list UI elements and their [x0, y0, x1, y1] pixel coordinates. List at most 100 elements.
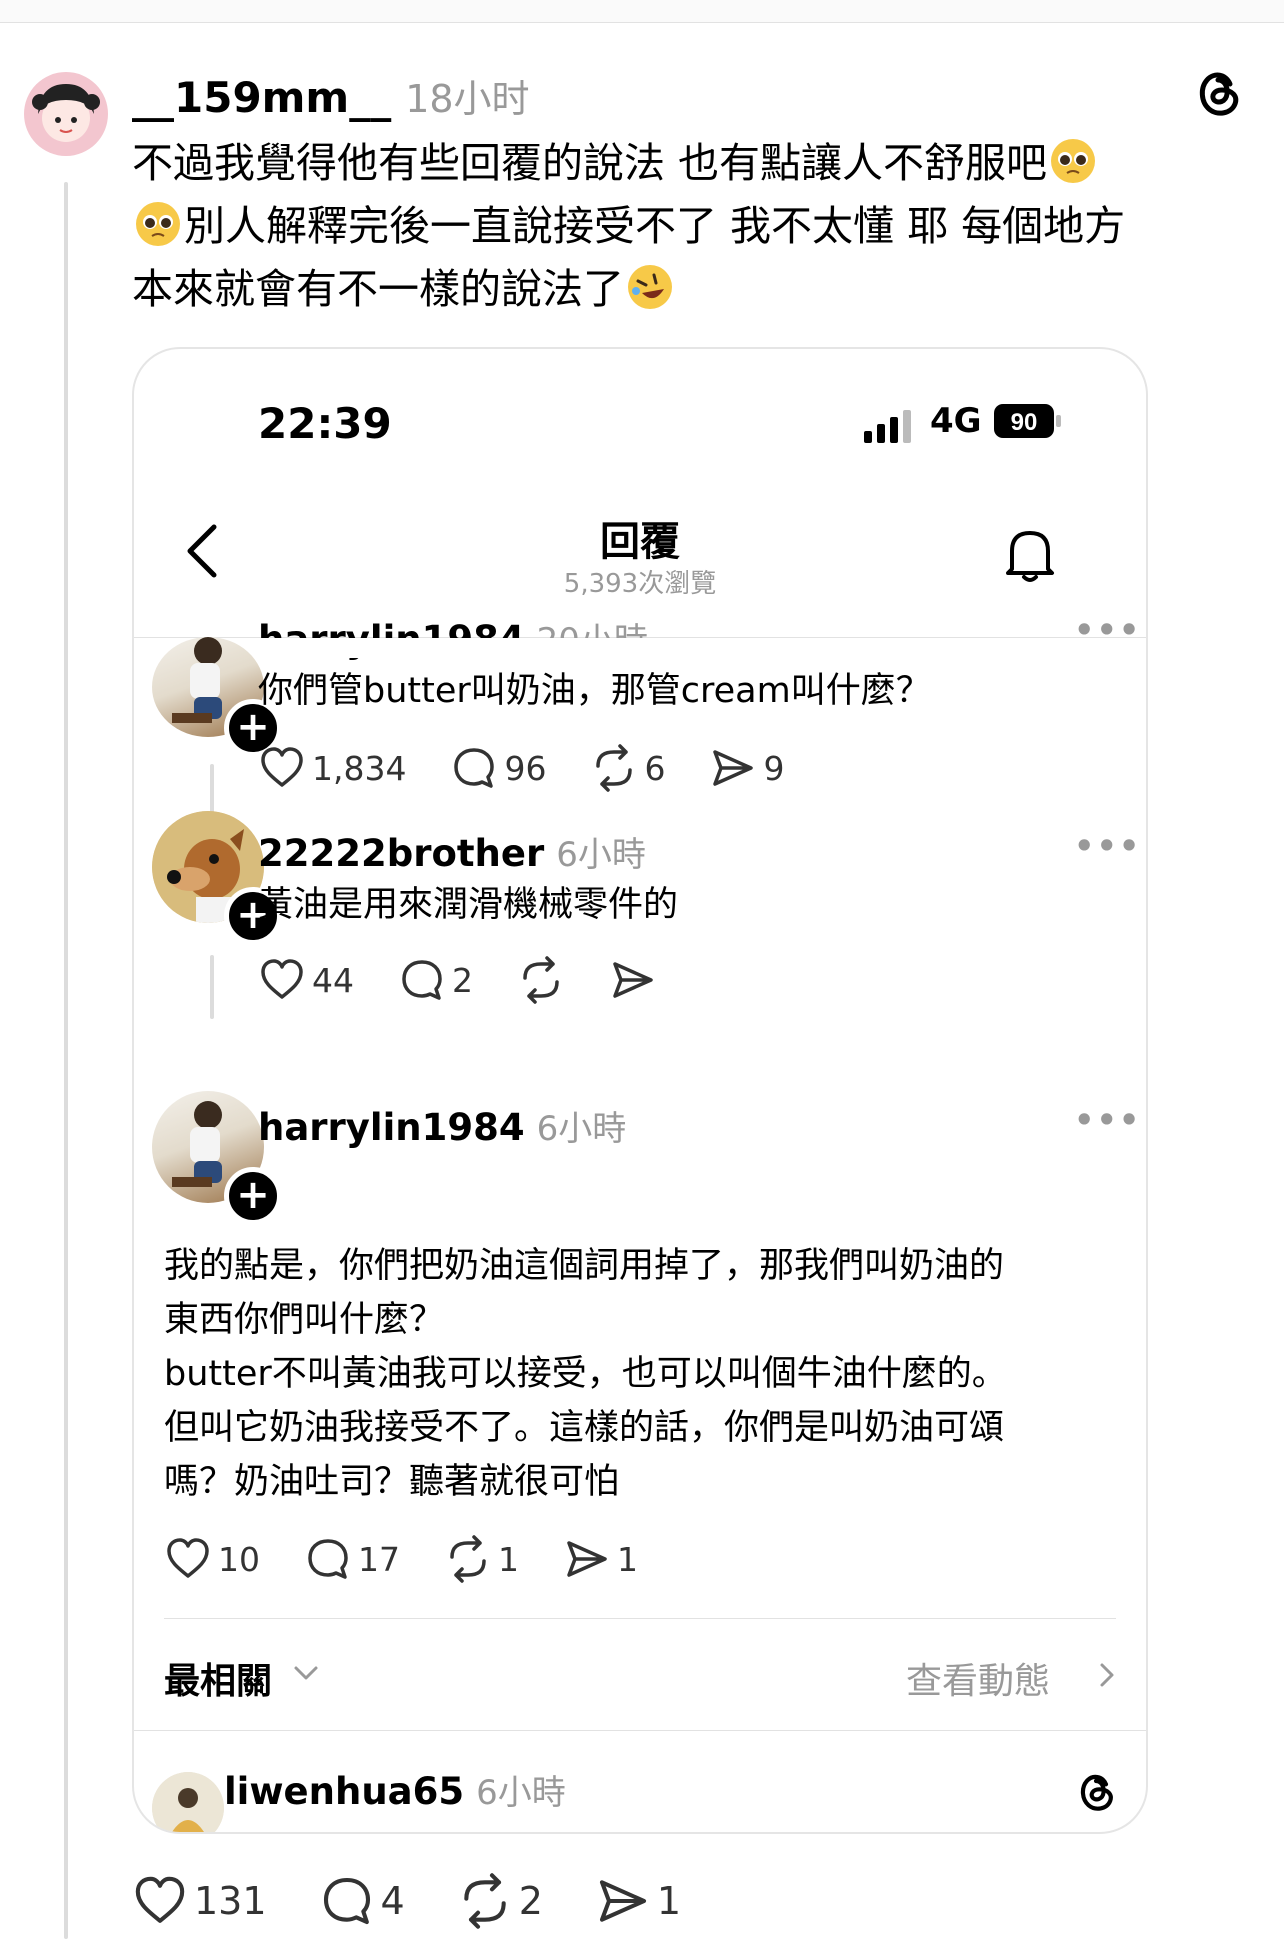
reply-3-actions: 10 17 1 1: [164, 1535, 682, 1583]
comment-icon: [454, 748, 495, 788]
repost-count: 1: [498, 1539, 519, 1579]
share-button[interactable]: 1: [563, 1535, 638, 1583]
more-icon[interactable]: •••: [1074, 827, 1141, 865]
comment-button[interactable]: 17: [304, 1535, 400, 1583]
post-text-part: 不過我覺得他有些回覆的說法 也有點讓人不舒服吧: [132, 139, 1048, 187]
view-count: 5,393次瀏覽: [563, 569, 717, 599]
like-button[interactable]: 44: [258, 956, 354, 1004]
signal-icon: [864, 410, 911, 443]
battery-icon: 90: [994, 404, 1061, 438]
repost-count: 2: [518, 1879, 543, 1923]
reply-text-line: 嗎？奶油吐司？聽著就很可怕: [164, 1462, 620, 1502]
repost-button[interactable]: 6: [590, 744, 665, 792]
divider: [134, 1730, 1146, 1731]
share-button[interactable]: [609, 956, 657, 1004]
sort-dropdown[interactable]: 最相關: [164, 1652, 272, 1704]
like-count: 131: [194, 1879, 267, 1923]
reply-text-line: butter不叫黃油我可以接受，也可以叫個牛油什麼的。: [164, 1354, 1007, 1394]
screenshot-card[interactable]: 22:39 4G 90 回覆 5,393次瀏覽 harrylin1984 20小…: [132, 347, 1148, 1834]
reply-1-actions: 1,834 96 6 9: [258, 744, 828, 792]
repost-icon: [596, 744, 633, 792]
share-icon: [567, 1541, 607, 1577]
comment-icon: [402, 960, 442, 1000]
post-text-part: 別人解釋完後一直說接受不了 我不太懂 耶 每個地方: [184, 202, 1126, 250]
heart-icon: [135, 1876, 185, 1923]
post-text-line-3: 本來就會有不一樣的說法了: [132, 258, 1242, 321]
repost-icon: [523, 956, 559, 1004]
comment-button[interactable]: 2: [398, 956, 473, 1004]
repost-button[interactable]: 1: [444, 1535, 519, 1583]
scroll-mask: [134, 638, 1146, 658]
reply-text: 我的點是，你們把奶油這個詞用掉了，那我們叫奶油的 東西你們叫什麼？ butter…: [164, 1239, 1007, 1509]
post-time: 18小时: [405, 77, 530, 121]
thread-line: [64, 182, 68, 1939]
reply-text-line: 東西你們叫什麼？: [164, 1300, 445, 1340]
share-icon: [713, 750, 754, 786]
avatar-illustration: [152, 1772, 224, 1832]
comment-icon: [323, 1877, 370, 1925]
reply-time: 6小時: [556, 835, 646, 875]
reply-username[interactable]: harrylin1984: [258, 1106, 525, 1149]
reply-username[interactable]: 22222brother: [258, 832, 544, 875]
share-count: 9: [763, 748, 785, 788]
share-icon: [599, 1880, 646, 1922]
share-button[interactable]: 9: [709, 744, 784, 792]
share-count: 1: [617, 1539, 638, 1579]
reply-text-line: 我的點是，你們把奶油這個詞用掉了，那我們叫奶油的: [164, 1246, 1005, 1286]
like-button[interactable]: 10: [164, 1535, 260, 1583]
like-count: 44: [312, 960, 354, 1000]
reply-2-actions: 44 2: [258, 956, 701, 1004]
like-button[interactable]: 1,834: [258, 744, 406, 792]
follow-plus-button[interactable]: +: [224, 1167, 282, 1225]
post-header: __159mm__ 18小时: [132, 68, 530, 123]
bell-icon[interactable]: [1004, 525, 1056, 585]
chevron-down-icon[interactable]: [292, 1659, 320, 1687]
share-button[interactable]: 1: [595, 1873, 681, 1929]
like-count: 10: [218, 1539, 260, 1579]
repost-icon: [464, 1873, 506, 1929]
avatar-illustration: [32, 84, 100, 142]
like-count: 1,834: [312, 748, 407, 788]
threads-logo-icon[interactable]: [1076, 1769, 1116, 1813]
heart-icon: [261, 747, 303, 787]
pleading-face-emoji-icon: [1051, 139, 1096, 183]
comment-count: 4: [380, 1879, 405, 1923]
reply-2-header: 22222brother 6小時: [258, 827, 646, 876]
comment-icon: [308, 1539, 348, 1579]
heart-icon: [167, 1538, 209, 1578]
share-count: 1: [656, 1879, 682, 1923]
reply-time: 6小時: [476, 1773, 566, 1813]
repost-button[interactable]: 2: [457, 1873, 543, 1929]
reply-4-header: liwenhua65 6小時: [224, 1765, 566, 1814]
repost-button[interactable]: [517, 956, 565, 1004]
reply-username[interactable]: liwenhua65: [224, 1770, 464, 1813]
comment-count: 2: [452, 960, 473, 1000]
reply-3-header: harrylin1984 6小時: [258, 1101, 626, 1150]
post-username[interactable]: __159mm__: [132, 73, 391, 122]
more-icon[interactable]: •••: [1074, 1101, 1141, 1139]
reply-text-line: 但叫它奶油我接受不了。這樣的話，你們是叫奶油可頌: [164, 1408, 1005, 1448]
avatar[interactable]: [24, 72, 108, 156]
post-actions: 131 4 2 1: [132, 1873, 733, 1929]
top-edge: [0, 0, 1284, 23]
comment-button[interactable]: 4: [319, 1873, 405, 1929]
comment-button[interactable]: 96: [450, 744, 546, 792]
post-text: 不過我覺得他有些回覆的說法 也有點讓人不舒服吧 別人解釋完後一直說接受不了 我不…: [132, 132, 1242, 321]
pleading-face-emoji-icon: [136, 202, 180, 246]
heart-icon: [261, 959, 303, 999]
reply-time: 6小時: [536, 1109, 627, 1149]
view-activity-link[interactable]: 查看動態: [906, 1652, 1050, 1704]
repost-icon: [450, 1535, 486, 1583]
comment-count: 17: [358, 1539, 400, 1579]
share-icon: [613, 962, 653, 998]
page-title: 回覆: [600, 519, 680, 565]
chevron-right-icon[interactable]: [1096, 1661, 1118, 1689]
avatar[interactable]: [152, 1772, 224, 1832]
post-text-part: 本來就會有不一樣的說法了: [132, 265, 624, 313]
rolling-laughing-emoji-icon: [628, 265, 672, 309]
battery-level: 90: [1011, 409, 1038, 436]
threads-logo-icon[interactable]: [1194, 66, 1242, 118]
reply-text: 黃油是用來潤滑機械零件的: [258, 885, 679, 925]
reply-text: 你們管butter叫奶油，那管cream叫什麼？: [258, 671, 931, 711]
like-button[interactable]: 131: [132, 1873, 267, 1929]
